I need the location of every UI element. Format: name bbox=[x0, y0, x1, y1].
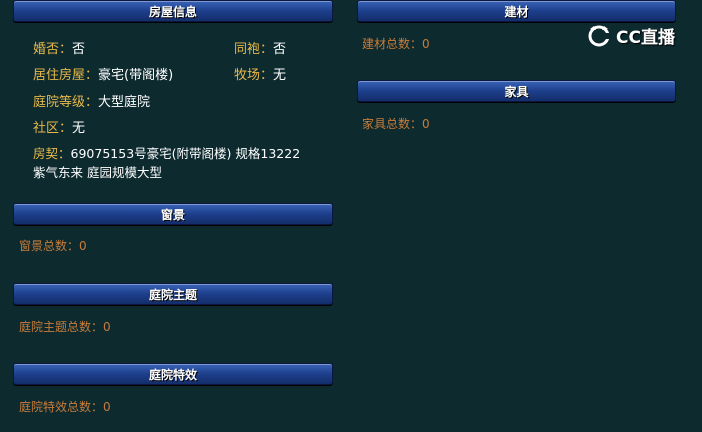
ranch-label: 牧场 bbox=[234, 68, 261, 83]
community-value: 无 bbox=[72, 121, 86, 136]
yard-theme-title: 庭院主题 bbox=[148, 287, 197, 302]
deed-label: 房契 bbox=[33, 146, 59, 161]
yard-effect-header: 庭院特效 bbox=[13, 363, 333, 385]
materials-count: 建材总数：0 bbox=[362, 37, 430, 51]
yard-level-value: 大型庭院 bbox=[98, 95, 151, 110]
deed-line2: 紫气东来 庭园规模大型 bbox=[33, 165, 162, 180]
yard-effect-title: 庭院特效 bbox=[148, 367, 197, 382]
materials-title: 建材 bbox=[504, 4, 529, 19]
deed-line1: 69075153号豪宅(附带阁楼) 规格13222 bbox=[70, 146, 301, 161]
yard-theme-count: 庭院主题总数：0 bbox=[19, 320, 111, 334]
furniture-title: 家具 bbox=[504, 84, 529, 99]
sibling-value: 否 bbox=[273, 42, 287, 57]
sibling-row: 同袍：否 bbox=[234, 42, 287, 57]
yard-level-label: 庭院等级 bbox=[33, 95, 86, 110]
deed-row: 房契：69075153号豪宅(附带阁楼) 规格13222 bbox=[33, 146, 301, 161]
house-info-title: 房屋信息 bbox=[148, 4, 197, 19]
materials-header: 建材 bbox=[357, 0, 676, 22]
ranch-row: 牧场：无 bbox=[234, 68, 287, 83]
cc-live-text: CC直播 bbox=[616, 28, 675, 48]
deed-row-continued: 紫气东来 庭园规模大型 bbox=[33, 162, 162, 181]
house-info-header: 房屋信息 bbox=[13, 0, 333, 22]
cc-live-watermark: CC直播 bbox=[586, 23, 675, 48]
window-view-count: 窗景总数：0 bbox=[19, 239, 87, 253]
sibling-label: 同袍 bbox=[234, 42, 261, 57]
community-label: 社区 bbox=[33, 121, 60, 136]
married-value: 否 bbox=[72, 42, 86, 57]
yard-level-row: 庭院等级：大型庭院 bbox=[33, 95, 151, 110]
cc-live-logo-icon bbox=[586, 24, 612, 48]
married-label: 婚否 bbox=[33, 42, 60, 57]
yard-theme-header: 庭院主题 bbox=[13, 283, 333, 305]
window-view-header: 窗景 bbox=[13, 203, 333, 225]
window-view-title: 窗景 bbox=[160, 207, 185, 222]
furniture-header: 家具 bbox=[357, 80, 676, 102]
married-row: 婚否：否 bbox=[33, 42, 86, 57]
furniture-count: 家具总数：0 bbox=[362, 117, 430, 131]
community-row: 社区：无 bbox=[33, 121, 86, 136]
residence-value: 豪宅(带阁楼) bbox=[98, 68, 174, 83]
yard-effect-count: 庭院特效总数：0 bbox=[19, 400, 111, 414]
residence-label: 居住房屋 bbox=[33, 68, 86, 83]
ranch-value: 无 bbox=[273, 68, 287, 83]
residence-row: 居住房屋：豪宅(带阁楼) bbox=[33, 68, 174, 83]
